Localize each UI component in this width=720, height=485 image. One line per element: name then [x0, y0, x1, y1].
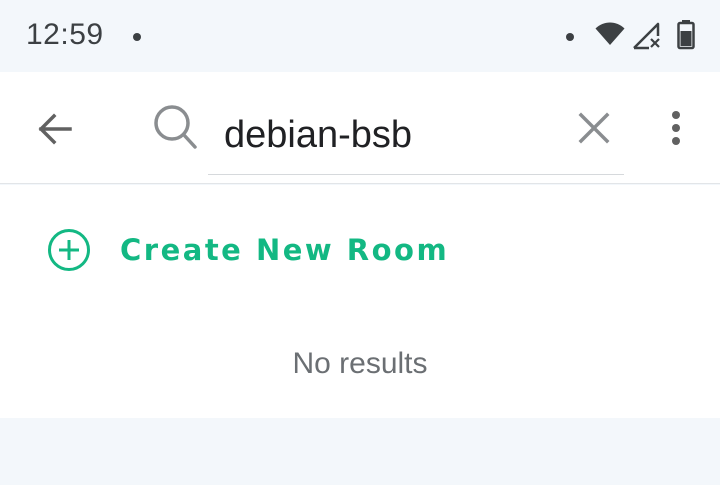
clear-search-button[interactable]: [574, 108, 614, 148]
search-input[interactable]: [208, 100, 624, 175]
status-bar: 12:59: [0, 0, 720, 72]
close-icon: [578, 112, 610, 144]
search-icon: [152, 102, 198, 157]
notification-dot-icon: [566, 33, 574, 41]
status-time: 12:59: [26, 18, 104, 51]
search-results-panel: Create New Room No results: [0, 185, 720, 418]
wifi-icon: [595, 22, 625, 51]
notification-dot-icon: [133, 33, 141, 41]
more-vertical-icon: [672, 111, 680, 145]
battery-icon: [676, 20, 696, 55]
overflow-menu-button[interactable]: [656, 108, 696, 148]
search-toolbar: [0, 72, 720, 184]
add-circle-outline-icon: [48, 229, 90, 271]
cell-signal-no-data-icon: [632, 22, 662, 55]
no-results-text: No results: [292, 347, 428, 380]
back-button[interactable]: [30, 104, 80, 154]
create-new-room-label: Create New Room: [120, 233, 450, 267]
create-new-room-button[interactable]: Create New Room: [46, 225, 449, 275]
arrow-back-icon: [38, 113, 72, 145]
